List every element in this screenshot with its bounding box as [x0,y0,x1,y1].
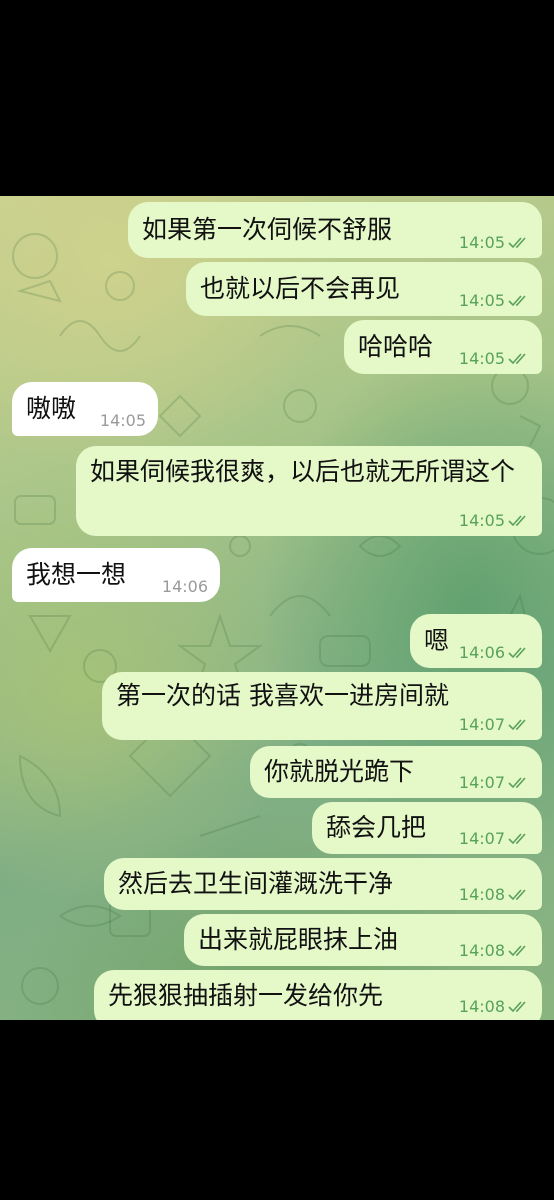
message-text: 第一次的话 我喜欢一进房间就 [116,681,449,710]
message-time: 14:08 [458,997,505,1016]
message-bubble-outgoing[interactable]: 先狠狠抽插射一发给你先 14:08 [94,970,542,1020]
message-meta: 14:07 [459,774,530,792]
message-text: 我想一想 [26,560,127,589]
message-text: 先狠狠抽插射一发给你先 [108,981,384,1010]
message-time: 14:07 [458,715,505,734]
message-bubble-incoming[interactable]: 嗷嗷 14:05 [12,382,158,436]
message-time: 14:08 [458,885,505,904]
message-bubble-outgoing[interactable]: 如果伺候我很爽，以后也就无所谓这个 14:05 [76,446,542,536]
message-meta: 14:07 [459,830,530,848]
message-meta: 14:08 [459,942,530,960]
message-text: 也就以后不会再见 [200,274,401,303]
double-check-icon [508,1001,526,1013]
double-check-icon [508,719,526,731]
double-check-icon [508,295,526,307]
message-text: 嗷嗷 [26,394,77,423]
double-check-icon [508,945,526,957]
double-check-icon [508,777,526,789]
message-bubble-outgoing[interactable]: 你就脱光跪下 14:07 [250,746,542,798]
message-text: 如果伺候我很爽，以后也就无所谓这个 [90,457,516,486]
message-bubble-outgoing[interactable]: 哈哈哈 14:05 [344,320,542,374]
message-time: 14:05 [458,233,505,252]
message-text: 出来就屁眼抹上油 [198,925,399,954]
message-bubble-outgoing[interactable]: 然后去卫生间灌溉洗干净 14:08 [104,858,542,910]
message-time: 14:07 [458,829,505,848]
message-text: 你就脱光跪下 [264,757,415,786]
message-text: 嗯 [424,626,450,655]
message-meta: 14:08 [459,998,530,1016]
message-meta: 14:08 [459,886,530,904]
message-meta: 14:07 [459,716,530,734]
message-time: 14:06 [458,643,505,662]
message-bubble-outgoing[interactable]: 舔会几把 14:07 [312,802,542,854]
message-time: 14:07 [458,773,505,792]
top-black-bar [0,0,554,196]
message-time: 14:06 [161,577,208,596]
message-meta: 14:05 [100,412,146,430]
message-bubble-outgoing[interactable]: 第一次的话 我喜欢一进房间就 14:07 [102,672,542,740]
double-check-icon [508,515,526,527]
message-meta: 14:06 [162,578,208,596]
message-meta: 14:05 [459,292,530,310]
message-text: 哈哈哈 [358,332,434,361]
message-meta: 14:05 [459,512,530,530]
message-meta: 14:05 [459,234,530,252]
message-meta: 14:05 [459,350,530,368]
message-time: 14:05 [458,291,505,310]
double-check-icon [508,889,526,901]
message-time: 14:08 [458,941,505,960]
message-bubble-outgoing[interactable]: 也就以后不会再见 14:05 [186,262,542,316]
message-time: 14:05 [99,411,146,430]
message-time: 14:05 [458,349,505,368]
double-check-icon [508,647,526,659]
message-text: 如果第一次伺候不舒服 [142,215,393,244]
double-check-icon [508,237,526,249]
chat-message-area[interactable]: 如果第一次伺候不舒服 14:05 也就以后不会再见 14:05 哈哈哈 14:0… [0,196,554,1020]
double-check-icon [508,353,526,365]
message-time: 14:05 [458,511,505,530]
message-bubble-outgoing[interactable]: 出来就屁眼抹上油 14:08 [184,914,542,966]
message-text: 然后去卫生间灌溉洗干净 [118,869,394,898]
bottom-black-bar [0,1020,554,1200]
message-bubble-incoming[interactable]: 我想一想 14:06 [12,548,220,602]
double-check-icon [508,833,526,845]
message-text: 舔会几把 [326,813,427,842]
message-meta: 14:06 [459,644,530,662]
message-bubble-outgoing[interactable]: 如果第一次伺候不舒服 14:05 [128,202,542,258]
message-bubble-outgoing[interactable]: 嗯 14:06 [410,614,542,668]
